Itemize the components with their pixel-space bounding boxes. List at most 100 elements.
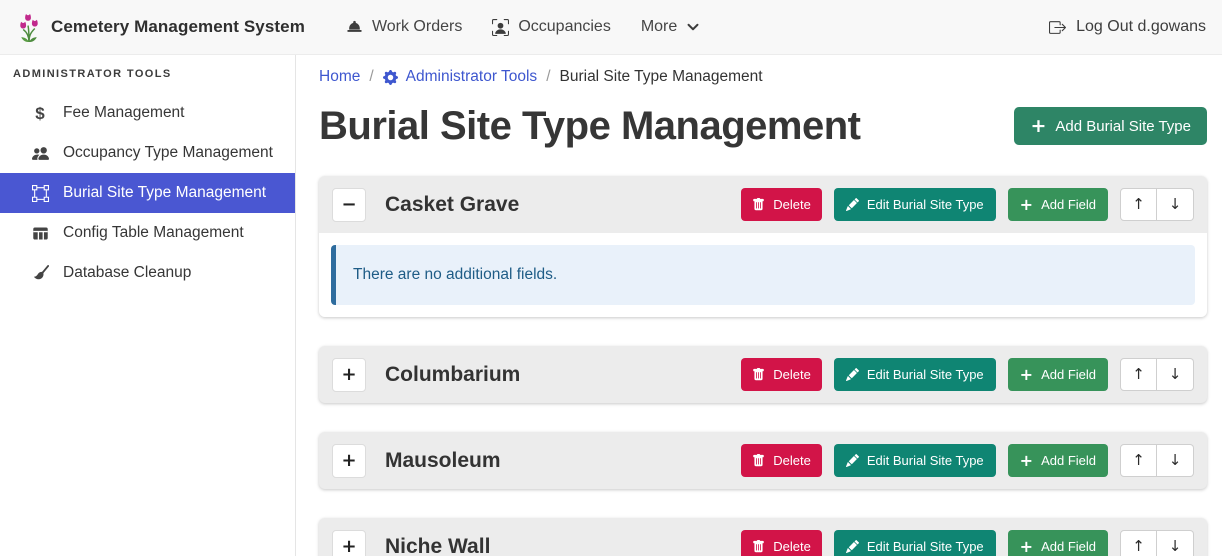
delete-button[interactable]: Delete — [741, 444, 822, 477]
expand-toggle-button[interactable]: + — [332, 358, 366, 392]
button-label: Edit Burial Site Type — [867, 197, 984, 212]
panel-header: −Casket Grave Delete Edit Burial Site Type… — [319, 176, 1207, 233]
sidebar-item-label: Occupancy Type Management — [63, 144, 273, 162]
button-label: Add Field — [1041, 539, 1096, 554]
panel-header: + Columbarium Delete Edit Burial Site Type +… — [319, 346, 1207, 403]
sidebar-item-config-table-management[interactable]: Config Table Management — [0, 213, 295, 253]
add-burial-site-type-button[interactable]: + Add Burial Site Type — [1014, 107, 1207, 145]
arrow-down-icon: ↓ — [1169, 197, 1182, 212]
pencil-icon — [846, 540, 859, 553]
trash-icon — [752, 540, 765, 553]
move-down-button[interactable]: ↓ — [1157, 188, 1194, 221]
chevron-down-icon — [687, 21, 699, 33]
plus-icon: + — [341, 452, 356, 470]
logout-button[interactable]: Log Out d.gowans — [1049, 18, 1206, 36]
edit-burial-site-type-button[interactable]: Edit Burial Site Type — [834, 358, 996, 391]
move-down-button[interactable]: ↓ — [1157, 530, 1194, 556]
edit-burial-site-type-button[interactable]: Edit Burial Site Type — [834, 188, 996, 221]
plus-icon: + — [1020, 197, 1033, 213]
arrow-up-icon: ↑ — [1132, 367, 1145, 382]
panel-actions: DeleteEdit Burial Site Type+Add Field↑↓ — [741, 188, 1194, 221]
breadcrumb-home-link[interactable]: Home — [319, 68, 360, 86]
plus-icon: + — [1020, 539, 1033, 555]
breadcrumb-separator: / — [369, 68, 373, 86]
breadcrumb-admin-tools-link[interactable]: Administrator Tools — [383, 68, 538, 86]
sidebar-nav: $Fee Management Occupancy Type Management… — [0, 93, 295, 293]
breadcrumb-admin-tools-label: Administrator Tools — [406, 68, 538, 86]
panel-title: Casket Grave — [385, 193, 519, 217]
main-content: Home / Administrator Tools / Burial Site… — [296, 55, 1222, 556]
page-title: Burial Site Type Management — [319, 102, 860, 150]
app-title: Cemetery Management System — [51, 17, 305, 37]
alert-message: There are no additional fields. — [353, 266, 557, 283]
nav-item-label: Work Orders — [372, 18, 462, 36]
plus-icon: + — [1030, 117, 1046, 136]
nav-item-more[interactable]: More — [641, 18, 699, 36]
sidebar-item-label: Database Cleanup — [63, 264, 191, 282]
plus-icon: + — [341, 366, 356, 384]
move-up-button[interactable]: ↑ — [1120, 188, 1157, 221]
reorder-button-group: ↑↓ — [1120, 530, 1194, 556]
sidebar-item-occupancy-type-management[interactable]: Occupancy Type Management — [0, 133, 295, 173]
move-up-button[interactable]: ↑ — [1120, 530, 1157, 556]
panel-body: There are no additional fields. — [319, 233, 1207, 317]
move-up-button[interactable]: ↑ — [1120, 444, 1157, 477]
panel-columbarium: + Columbarium Delete Edit Burial Site Type +… — [319, 346, 1207, 403]
sidebar: ADMINISTRATOR TOOLS $Fee ManagementOccup… — [0, 55, 296, 556]
expand-toggle-button[interactable]: + — [332, 530, 366, 556]
person-bounding-box-icon — [492, 19, 509, 36]
button-label: Delete — [773, 367, 811, 382]
add-field-button[interactable]: +Add Field — [1008, 188, 1108, 221]
table-icon — [30, 225, 50, 242]
nav-item-work-orders[interactable]: Work Orders — [346, 18, 462, 36]
button-label: Delete — [773, 453, 811, 468]
edit-burial-site-type-button[interactable]: Edit Burial Site Type — [834, 444, 996, 477]
move-down-button[interactable]: ↓ — [1157, 358, 1194, 391]
delete-button[interactable]: Delete — [741, 358, 822, 391]
gear-icon — [383, 70, 398, 85]
add-field-button[interactable]: +Add Field — [1008, 358, 1108, 391]
sidebar-item-database-cleanup[interactable]: Database Cleanup — [0, 253, 295, 293]
button-label: Delete — [773, 197, 811, 212]
expand-toggle-button[interactable]: + — [332, 444, 366, 478]
move-up-button[interactable]: ↑ — [1120, 358, 1157, 391]
trash-icon — [752, 368, 765, 381]
people-icon — [30, 145, 50, 162]
pencil-icon — [846, 198, 859, 211]
breadcrumb-separator: / — [546, 68, 550, 86]
button-label: Edit Burial Site Type — [867, 367, 984, 382]
sidebar-item-label: Burial Site Type Management — [63, 184, 266, 202]
logout-label: Log Out d.gowans — [1076, 18, 1206, 36]
reorder-button-group: ↑↓ — [1120, 188, 1194, 221]
trash-icon — [752, 454, 765, 467]
arrow-down-icon: ↓ — [1169, 539, 1182, 554]
bounding-box-icon — [30, 185, 50, 202]
move-down-button[interactable]: ↓ — [1157, 444, 1194, 477]
nav-item-label: Occupancies — [518, 18, 611, 36]
breadcrumb-current-page: Burial Site Type Management — [560, 68, 763, 86]
nav-item-occupancies[interactable]: Occupancies — [492, 18, 611, 36]
pencil-icon — [846, 368, 859, 381]
add-burial-site-type-label: Add Burial Site Type — [1055, 118, 1191, 135]
sidebar-item-fee-management[interactable]: $Fee Management — [0, 93, 295, 133]
logout-icon — [1049, 19, 1066, 36]
nav-item-label: More — [641, 18, 677, 36]
collapse-toggle-button[interactable]: − — [332, 188, 366, 222]
pencil-icon — [846, 454, 859, 467]
plus-icon: + — [341, 538, 356, 556]
panel-actions: Delete Edit Burial Site Type +Add Field ↑ ↓ — [741, 444, 1194, 477]
add-field-button[interactable]: +Add Field — [1008, 444, 1108, 477]
hard-hat-icon — [346, 19, 363, 36]
panel-header: +Niche WallDeleteEdit Burial Site Type+A… — [319, 518, 1207, 556]
delete-button[interactable]: Delete — [741, 188, 822, 221]
delete-button[interactable]: Delete — [741, 530, 822, 556]
panel-title: Columbarium — [385, 363, 520, 387]
panel-actions: Delete Edit Burial Site Type +Add Field ↑ ↓ — [741, 358, 1194, 391]
sidebar-item-burial-site-type-management[interactable]: Burial Site Type Management — [0, 173, 295, 213]
broom-icon — [30, 265, 50, 282]
add-field-button[interactable]: + Add Field — [1008, 530, 1108, 556]
no-additional-fields-alert: There are no additional fields. — [331, 245, 1195, 305]
edit-burial-site-type-button[interactable]: Edit Burial Site Type — [834, 530, 996, 556]
arrow-up-icon: ↑ — [1132, 453, 1145, 468]
arrow-down-icon: ↓ — [1169, 453, 1182, 468]
